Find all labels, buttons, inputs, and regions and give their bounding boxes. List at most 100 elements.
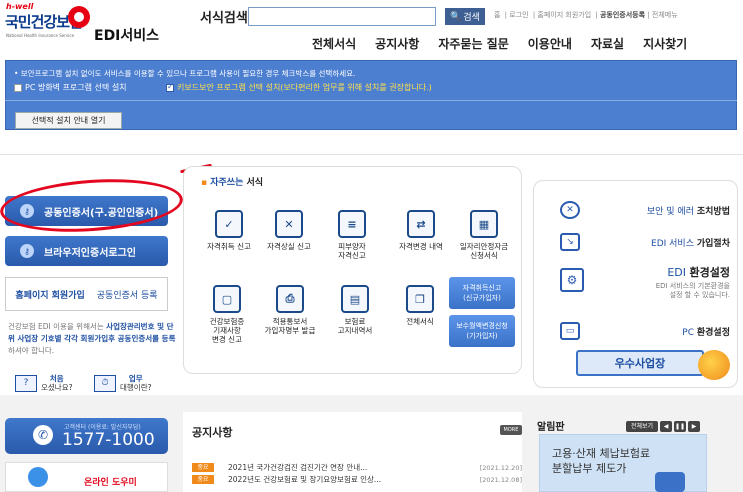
row-black: 조치방법: [696, 206, 730, 217]
pill-line: 자격취득신고: [462, 284, 502, 292]
top-link-home[interactable]: 홈: [494, 11, 500, 19]
form-change[interactable]: ⇄ 자격변경 내역: [386, 210, 456, 251]
row-black: 환경설정: [689, 266, 730, 279]
top-link-login[interactable]: 로그인: [509, 11, 528, 19]
edi-settings-link[interactable]: ⚙ EDI 환경설정 EDI 서비스의 기본환경을 설정 할 수 있습니다.: [560, 264, 730, 300]
service-name[interactable]: EDI서비스: [94, 25, 159, 45]
pc-settings-icon: ▭: [560, 322, 580, 340]
pc-firewall-checkbox[interactable]: [14, 83, 22, 92]
top-link-join[interactable]: 홈페이지 회원가입: [537, 11, 591, 19]
join-procedure-link[interactable]: ↘ EDI 서비스 가입절차: [560, 233, 730, 251]
error-guide-link[interactable]: ✕ 보안 및 에러 조치방법: [560, 201, 730, 219]
keyboard-checkbox[interactable]: [166, 83, 174, 92]
frequent-forms-title: ▪ 자주쓰는 서식: [201, 178, 264, 188]
alarm-text: 고용·산재 체납보험료 분할납부 제도가: [552, 447, 651, 475]
nav-all-forms[interactable]: 전체서식: [312, 35, 356, 52]
logo-english: National Health Insurance Service: [6, 33, 75, 38]
alarm-title: 알림판: [537, 422, 565, 433]
cert-register-link[interactable]: 공동인증서 등록: [97, 288, 158, 301]
first-visit-link[interactable]: ? 처음 오셨나요?: [15, 374, 73, 392]
clock-doc-icon: ⏱: [94, 374, 116, 392]
form-card-change[interactable]: ▢ 건강보험증 기재사항 변경 신고: [192, 285, 262, 344]
pill-line: (기가입자): [466, 332, 498, 340]
search-button[interactable]: 🔍 검색: [445, 8, 485, 25]
notice-row[interactable]: 중요 2021년 국가건강검진 검진기간 연장 안내... [2021.12.20]: [192, 462, 522, 473]
row-black: 환경설정: [696, 327, 730, 338]
security-note: • 보안프로그램 설치 없이도 서비스를 이용할 수 있으나 프로그램 사용이 …: [14, 69, 356, 78]
notice-row[interactable]: 중요 2022년도 건강보험료 및 장기요양보험료 인상... [2021.12.0…: [192, 474, 522, 485]
top-link-allmenu[interactable]: 전체메뉴: [652, 11, 678, 19]
form-label: 전체서식: [406, 317, 434, 326]
alarm-view-all-button[interactable]: 전체보기: [626, 421, 658, 432]
notice-row-date: [2021.12.20]: [479, 463, 522, 472]
form-roster[interactable]: ⎙ 적용통보서 가입자명부 발급: [255, 285, 325, 335]
join-box: 홈페이지 회원가입 공동인증서 등록: [5, 277, 168, 311]
question-icon: ?: [15, 374, 37, 392]
notice-more-button[interactable]: MORE: [500, 425, 522, 435]
call-center-number: 1577-1000: [62, 430, 155, 450]
title-black: 서식: [243, 178, 264, 188]
key-icon: ⚷: [20, 244, 34, 258]
join-link[interactable]: 홈페이지 회원가입: [15, 288, 84, 301]
divider: [0, 154, 743, 155]
pc-firewall-option[interactable]: PC 방화벽 프로그램 선택 설치: [14, 82, 127, 93]
title-blue: 자주쓰는: [210, 178, 244, 188]
next-icon[interactable]: ▶: [688, 421, 700, 432]
browser-cert-button[interactable]: ⚷ 브라우저인증서로그인: [5, 236, 168, 266]
salary-change-button[interactable]: 보수월액변경신청 (기가입자): [449, 315, 515, 347]
work-label-1: 업무: [128, 374, 143, 383]
form-label: 적용통보서 가입자명부 발급: [264, 317, 316, 335]
search-button-label: 검색: [463, 12, 480, 22]
helper-icon: [28, 467, 48, 487]
nav-library[interactable]: 자료실: [591, 35, 624, 52]
top-links: 홈 | 로그인 | 홈페이지 회원가입 | 공동인증서등록 | 전체메뉴: [494, 11, 678, 19]
nav-guide[interactable]: 이용안내: [528, 35, 572, 52]
notice-title: 공지사항: [192, 426, 233, 439]
phone-icon: ✆: [33, 425, 53, 445]
pill-line: 보수월액변경신청: [456, 322, 508, 330]
form-all[interactable]: ❐ 전체서식: [385, 285, 455, 326]
new-subscriber-button[interactable]: 자격취득신고 (신규가입자): [449, 277, 515, 309]
nav-faq[interactable]: 자주묻는 질문: [438, 35, 508, 52]
logo-hwell[interactable]: h-well: [6, 2, 33, 11]
nav-notice[interactable]: 공지사항: [375, 35, 419, 52]
row-blue: EDI 서비스: [651, 238, 694, 249]
prev-icon[interactable]: ◀: [660, 421, 672, 432]
pause-icon[interactable]: ❚❚: [674, 421, 686, 432]
install-guide-button[interactable]: 선택적 설치 안내 열기: [15, 112, 122, 129]
first-label-2: 오셨나요?: [41, 383, 73, 392]
form-loss[interactable]: ✕ 자격상실 신고: [254, 210, 324, 251]
search-label: 서식검색: [200, 11, 248, 26]
form-label: 자격변경 내역: [399, 242, 443, 251]
highlight-oval: [0, 173, 185, 238]
mascot-icon: [698, 350, 730, 380]
top-link-cert[interactable]: 공동인증서등록: [600, 11, 645, 19]
form-label: 건강보험증 기재사항 변경 신고: [209, 317, 245, 344]
online-helper-label[interactable]: 온라인 도우미: [84, 475, 137, 488]
work-agency-link[interactable]: ⏱ 업무 대행이란?: [94, 374, 152, 392]
best-workplace-button[interactable]: 우수사업장: [576, 350, 704, 376]
document-cross-icon: ✕: [275, 210, 303, 238]
form-label: 자격상실 신고: [267, 242, 311, 251]
logo-heart-icon: [68, 6, 90, 28]
keyboard-option[interactable]: 키보드보안 프로그램 선택 설치(보다편리한 업무를 위해 설치를 권장합니다.…: [166, 82, 432, 93]
note-post: 하셔야 합니다.: [8, 346, 55, 355]
notice-row-title[interactable]: 2022년도 건강보험료 및 장기요양보험료 인상...: [228, 474, 474, 485]
first-label-1: 처음: [49, 374, 64, 383]
monitor-arrow-icon: ↘: [560, 233, 580, 251]
row-blue: 보안 및 에러: [646, 206, 694, 217]
pc-settings-link[interactable]: ▭ PC 환경설정: [560, 322, 730, 340]
form-premium[interactable]: ▤ 보험료 고지내역서: [320, 285, 390, 335]
form-dependent[interactable]: ≡ 피부양자 자격신고: [317, 210, 387, 260]
row-blue: PC: [682, 327, 694, 338]
document-dependent-icon: ≡: [338, 210, 366, 238]
search-input[interactable]: [248, 7, 436, 26]
keyboard-label: 키보드보안 프로그램 선택 설치(보다편리한 업무를 위해 설치를 권장합니다.…: [177, 83, 432, 92]
notice-row-title[interactable]: 2021년 국가건강검진 검진기간 연장 안내...: [228, 462, 474, 473]
nav-branch[interactable]: 지사찾기: [643, 35, 687, 52]
form-job-stability[interactable]: ▦ 일자리안정자금 신청서식: [449, 210, 519, 260]
monitor-change-icon: ⇄: [407, 210, 435, 238]
pc-firewall-label: PC 방화벽 프로그램 선택 설치: [25, 83, 127, 92]
form-label: 일자리안정자금 신청서식: [459, 242, 509, 260]
row-blue: EDI: [667, 266, 687, 279]
